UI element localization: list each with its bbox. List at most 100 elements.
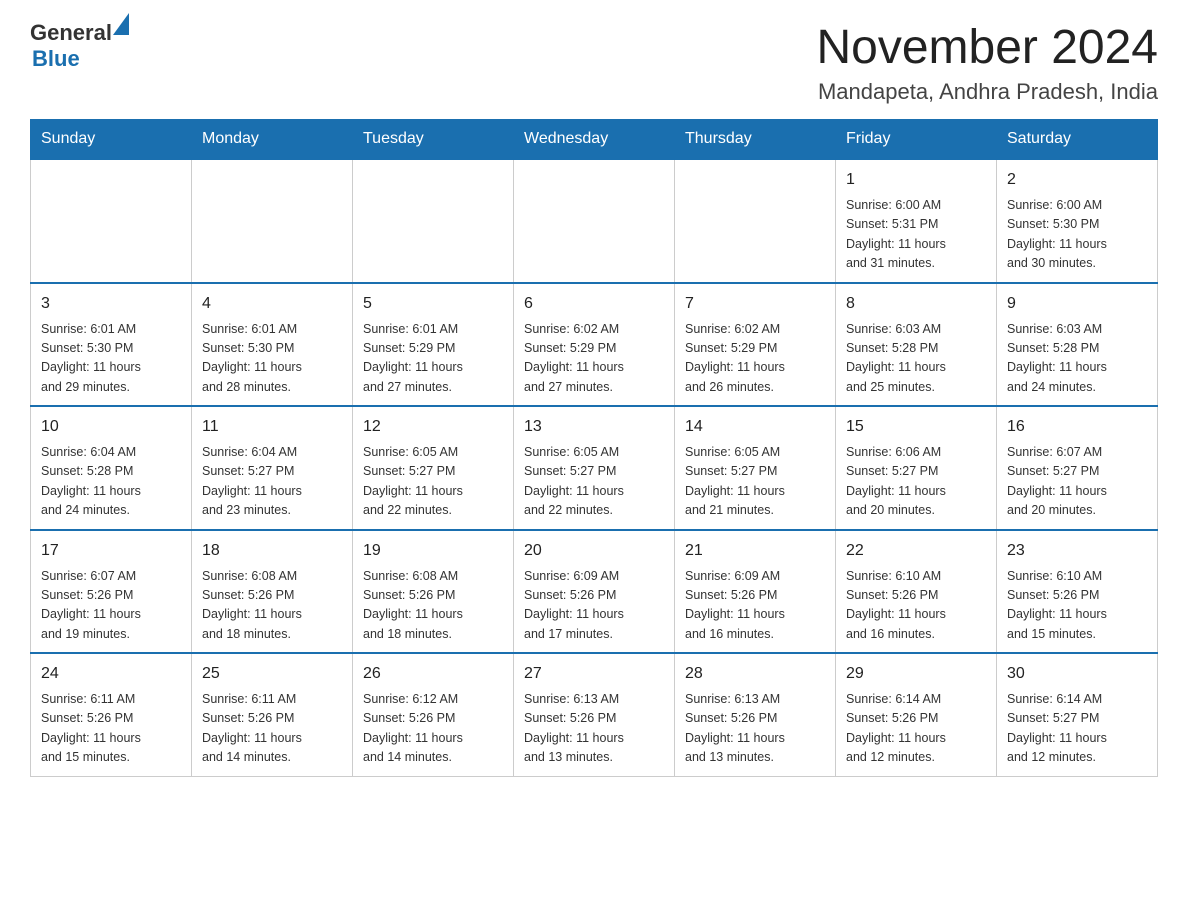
calendar-cell: 26Sunrise: 6:12 AMSunset: 5:26 PMDayligh… xyxy=(353,653,514,776)
calendar-week-row: 1Sunrise: 6:00 AMSunset: 5:31 PMDaylight… xyxy=(31,159,1158,283)
day-number: 5 xyxy=(363,292,503,316)
day-number: 1 xyxy=(846,168,986,192)
calendar-week-row: 10 Sunrise: 6:04 AMSunset: 5:28 PMDayligh… xyxy=(31,406,1158,530)
day-number: 16 xyxy=(1007,415,1147,439)
calendar-cell: 24 Sunrise: 6:11 AMSunset: 5:26 PMDayligh… xyxy=(31,653,192,776)
calendar-cell: 23 Sunrise: 6:10 AMSunset: 5:26 PMDayligh… xyxy=(997,530,1158,654)
day-number: 11 xyxy=(202,415,342,439)
day-number: 13 xyxy=(524,415,664,439)
day-info: Sunrise: 6:11 AMSunset: 5:26 PMDaylight:… xyxy=(202,690,342,768)
day-number: 17 xyxy=(41,539,181,563)
day-info: Sunrise: 6:04 AMSunset: 5:28 PMDaylight:… xyxy=(41,443,181,521)
calendar-header-sunday: Sunday xyxy=(31,120,192,160)
calendar-header-monday: Monday xyxy=(192,120,353,160)
day-number: 21 xyxy=(685,539,825,563)
calendar-header-saturday: Saturday xyxy=(997,120,1158,160)
day-info: Sunrise: 6:08 AMSunset: 5:26 PMDaylight:… xyxy=(363,567,503,645)
day-info: Sunrise: 6:11 AMSunset: 5:26 PMDaylight:… xyxy=(41,690,181,768)
calendar-cell: 1Sunrise: 6:00 AMSunset: 5:31 PMDaylight… xyxy=(836,159,997,283)
day-info: Sunrise: 6:02 AMSunset: 5:29 PMDaylight:… xyxy=(685,320,825,398)
day-info: Sunrise: 6:13 AMSunset: 5:26 PMDaylight:… xyxy=(685,690,825,768)
calendar-cell: 2Sunrise: 6:00 AMSunset: 5:30 PMDaylight… xyxy=(997,159,1158,283)
logo-general-text: General xyxy=(30,20,112,46)
calendar-header-thursday: Thursday xyxy=(675,120,836,160)
day-info: Sunrise: 6:06 AMSunset: 5:27 PMDaylight:… xyxy=(846,443,986,521)
calendar-cell: 7 Sunrise: 6:02 AMSunset: 5:29 PMDaylight… xyxy=(675,283,836,407)
calendar-cell: 11 Sunrise: 6:04 AMSunset: 5:27 PMDayligh… xyxy=(192,406,353,530)
day-number: 10 xyxy=(41,415,181,439)
logo: General Blue xyxy=(30,20,129,72)
day-number: 14 xyxy=(685,415,825,439)
day-number: 2 xyxy=(1007,168,1147,192)
day-info: Sunrise: 6:02 AMSunset: 5:29 PMDaylight:… xyxy=(524,320,664,398)
day-number: 29 xyxy=(846,662,986,686)
day-number: 22 xyxy=(846,539,986,563)
calendar-table: SundayMondayTuesdayWednesdayThursdayFrid… xyxy=(30,119,1158,777)
day-number: 3 xyxy=(41,292,181,316)
day-number: 7 xyxy=(685,292,825,316)
calendar-week-row: 3 Sunrise: 6:01 AMSunset: 5:30 PMDaylight… xyxy=(31,283,1158,407)
day-info: Sunrise: 6:14 AMSunset: 5:27 PMDaylight:… xyxy=(1007,690,1147,768)
day-number: 25 xyxy=(202,662,342,686)
day-number: 23 xyxy=(1007,539,1147,563)
day-number: 8 xyxy=(846,292,986,316)
day-number: 19 xyxy=(363,539,503,563)
calendar-cell xyxy=(192,159,353,283)
day-info: Sunrise: 6:01 AMSunset: 5:30 PMDaylight:… xyxy=(41,320,181,398)
calendar-cell: 20Sunrise: 6:09 AMSunset: 5:26 PMDayligh… xyxy=(514,530,675,654)
calendar-cell: 10 Sunrise: 6:04 AMSunset: 5:28 PMDayligh… xyxy=(31,406,192,530)
day-info: Sunrise: 6:09 AMSunset: 5:26 PMDaylight:… xyxy=(685,567,825,645)
day-info: Sunrise: 6:10 AMSunset: 5:26 PMDaylight:… xyxy=(1007,567,1147,645)
day-info: Sunrise: 6:05 AMSunset: 5:27 PMDaylight:… xyxy=(685,443,825,521)
calendar-cell: 28Sunrise: 6:13 AMSunset: 5:26 PMDayligh… xyxy=(675,653,836,776)
page-header: General Blue November 2024 Mandapeta, An… xyxy=(30,20,1158,105)
calendar-cell: 14 Sunrise: 6:05 AMSunset: 5:27 PMDayligh… xyxy=(675,406,836,530)
calendar-cell xyxy=(353,159,514,283)
day-number: 27 xyxy=(524,662,664,686)
calendar-week-row: 24 Sunrise: 6:11 AMSunset: 5:26 PMDayligh… xyxy=(31,653,1158,776)
calendar-cell: 30 Sunrise: 6:14 AMSunset: 5:27 PMDayligh… xyxy=(997,653,1158,776)
day-number: 30 xyxy=(1007,662,1147,686)
calendar-cell: 16 Sunrise: 6:07 AMSunset: 5:27 PMDayligh… xyxy=(997,406,1158,530)
day-info: Sunrise: 6:01 AMSunset: 5:29 PMDaylight:… xyxy=(363,320,503,398)
day-info: Sunrise: 6:03 AMSunset: 5:28 PMDaylight:… xyxy=(1007,320,1147,398)
day-info: Sunrise: 6:05 AMSunset: 5:27 PMDaylight:… xyxy=(363,443,503,521)
day-number: 24 xyxy=(41,662,181,686)
calendar-cell: 25 Sunrise: 6:11 AMSunset: 5:26 PMDayligh… xyxy=(192,653,353,776)
day-info: Sunrise: 6:07 AMSunset: 5:27 PMDaylight:… xyxy=(1007,443,1147,521)
day-number: 4 xyxy=(202,292,342,316)
calendar-cell: 29 Sunrise: 6:14 AMSunset: 5:26 PMDayligh… xyxy=(836,653,997,776)
calendar-header-row: SundayMondayTuesdayWednesdayThursdayFrid… xyxy=(31,120,1158,160)
calendar-cell: 6Sunrise: 6:02 AMSunset: 5:29 PMDaylight… xyxy=(514,283,675,407)
calendar-cell: 13 Sunrise: 6:05 AMSunset: 5:27 PMDayligh… xyxy=(514,406,675,530)
month-title: November 2024 xyxy=(816,20,1158,75)
day-info: Sunrise: 6:14 AMSunset: 5:26 PMDaylight:… xyxy=(846,690,986,768)
day-number: 18 xyxy=(202,539,342,563)
day-info: Sunrise: 6:13 AMSunset: 5:26 PMDaylight:… xyxy=(524,690,664,768)
calendar-cell: 22Sunrise: 6:10 AMSunset: 5:26 PMDayligh… xyxy=(836,530,997,654)
calendar-header-friday: Friday xyxy=(836,120,997,160)
calendar-cell: 5 Sunrise: 6:01 AMSunset: 5:29 PMDaylight… xyxy=(353,283,514,407)
calendar-cell: 15 Sunrise: 6:06 AMSunset: 5:27 PMDayligh… xyxy=(836,406,997,530)
title-section: November 2024 Mandapeta, Andhra Pradesh,… xyxy=(816,20,1158,105)
day-info: Sunrise: 6:04 AMSunset: 5:27 PMDaylight:… xyxy=(202,443,342,521)
calendar-cell: 17 Sunrise: 6:07 AMSunset: 5:26 PMDayligh… xyxy=(31,530,192,654)
calendar-cell: 18Sunrise: 6:08 AMSunset: 5:26 PMDayligh… xyxy=(192,530,353,654)
day-info: Sunrise: 6:05 AMSunset: 5:27 PMDaylight:… xyxy=(524,443,664,521)
location-title: Mandapeta, Andhra Pradesh, India xyxy=(816,79,1158,105)
logo-triangle-icon xyxy=(113,13,129,35)
day-number: 15 xyxy=(846,415,986,439)
day-number: 12 xyxy=(363,415,503,439)
calendar-cell: 12 Sunrise: 6:05 AMSunset: 5:27 PMDayligh… xyxy=(353,406,514,530)
calendar-cell: 27 Sunrise: 6:13 AMSunset: 5:26 PMDayligh… xyxy=(514,653,675,776)
calendar-cell: 9Sunrise: 6:03 AMSunset: 5:28 PMDaylight… xyxy=(997,283,1158,407)
day-info: Sunrise: 6:07 AMSunset: 5:26 PMDaylight:… xyxy=(41,567,181,645)
calendar-cell: 8Sunrise: 6:03 AMSunset: 5:28 PMDaylight… xyxy=(836,283,997,407)
logo-blue-text: Blue xyxy=(32,46,129,72)
calendar-header-tuesday: Tuesday xyxy=(353,120,514,160)
calendar-cell xyxy=(675,159,836,283)
calendar-header-wednesday: Wednesday xyxy=(514,120,675,160)
calendar-cell: 3 Sunrise: 6:01 AMSunset: 5:30 PMDaylight… xyxy=(31,283,192,407)
day-info: Sunrise: 6:09 AMSunset: 5:26 PMDaylight:… xyxy=(524,567,664,645)
day-info: Sunrise: 6:12 AMSunset: 5:26 PMDaylight:… xyxy=(363,690,503,768)
